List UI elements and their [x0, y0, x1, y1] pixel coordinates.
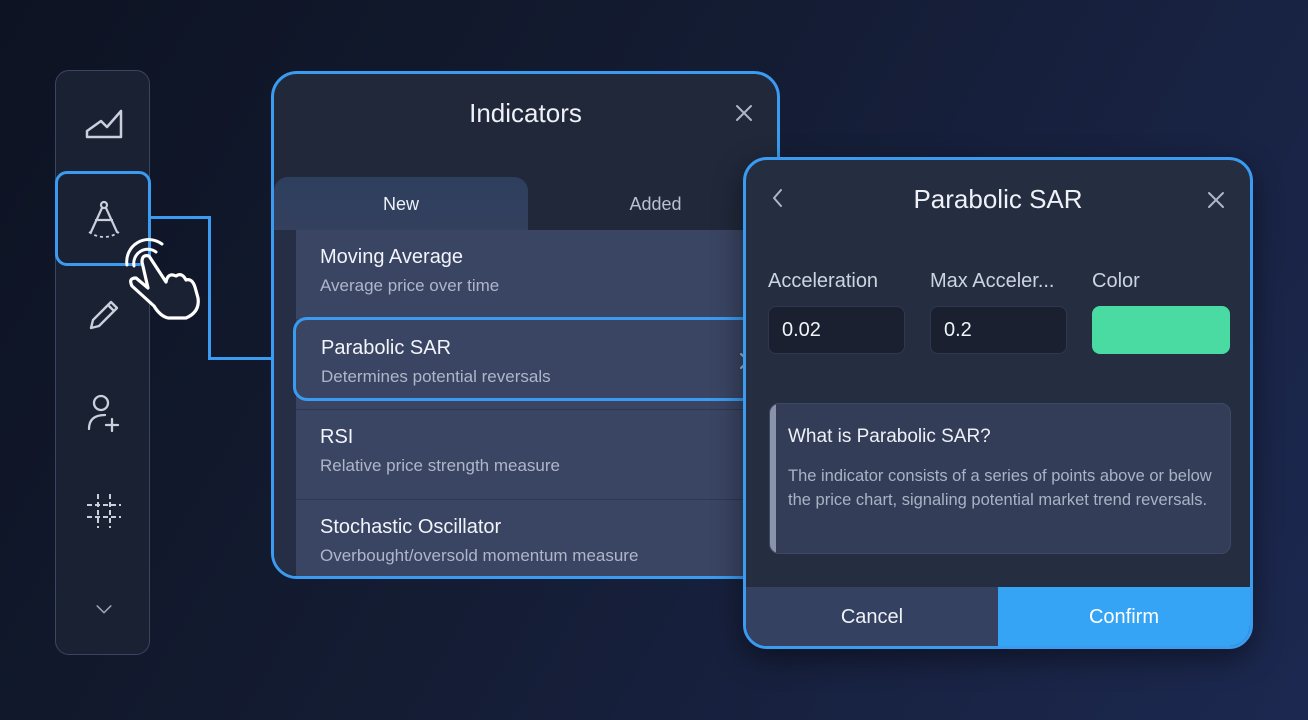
- list-item-subtitle: Average price over time: [320, 276, 500, 295]
- sidebar-item-crosshair[interactable]: [56, 463, 151, 558]
- hand-pointer-icon: [125, 238, 200, 320]
- tab-new[interactable]: New: [274, 177, 528, 230]
- color-swatch[interactable]: [1092, 306, 1230, 354]
- parabolic-sar-dialog: Parabolic SAR Acceleration Max Acceler..…: [743, 157, 1253, 649]
- info-box: What is Parabolic SAR? The indicator con…: [769, 403, 1231, 554]
- add-user-icon: [87, 394, 119, 432]
- indicator-item-moving-average[interactable]: Moving Average Average price over time: [296, 230, 777, 320]
- info-accent-bar: [770, 404, 776, 553]
- confirm-button[interactable]: Confirm: [998, 587, 1250, 646]
- indicator-list: Moving Average Average price over time R…: [274, 230, 777, 576]
- max-acceleration-label: Max Acceler...: [930, 270, 1055, 292]
- acceleration-input[interactable]: 0.02: [768, 306, 905, 354]
- list-item-subtitle: Determines potential reversals: [321, 367, 551, 386]
- indicator-item-parabolic-sar[interactable]: Parabolic SAR Determines potential rever…: [293, 317, 773, 401]
- connector-line: [150, 216, 210, 219]
- sidebar-item-chart[interactable]: [56, 76, 151, 171]
- indicator-tabs: New Added: [274, 177, 777, 230]
- list-item-subtitle: Overbought/oversold momentum measure: [320, 546, 639, 565]
- list-item-title: Moving Average: [320, 246, 464, 268]
- list-item-title: Stochastic Oscillator: [320, 516, 502, 538]
- close-icon[interactable]: [1206, 190, 1226, 210]
- list-item-subtitle: Relative price strength measure: [320, 456, 561, 475]
- info-text: The indicator consists of a series of po…: [788, 467, 1212, 509]
- indicators-title: Indicators: [469, 98, 582, 128]
- indicator-item-stochastic-oscillator[interactable]: Stochastic Oscillator Overbought/oversol…: [296, 500, 777, 576]
- chevron-down-icon: [95, 604, 112, 613]
- cancel-button[interactable]: Cancel: [746, 587, 998, 646]
- dialog-title: Parabolic SAR: [913, 184, 1083, 214]
- info-title: What is Parabolic SAR?: [788, 426, 991, 447]
- close-icon[interactable]: [733, 102, 755, 124]
- crosshair-icon: [86, 493, 121, 528]
- indicator-item-rsi[interactable]: RSI Relative price strength measure: [296, 410, 777, 500]
- connector-line: [208, 357, 272, 360]
- sidebar-expand-button[interactable]: [56, 561, 151, 656]
- indicators-panel: Indicators New Added Moving Average Aver…: [271, 71, 780, 579]
- list-gutter: [274, 230, 296, 576]
- acceleration-label: Acceleration: [768, 270, 879, 292]
- color-label: Color: [1092, 270, 1140, 292]
- area-chart-icon: [85, 109, 122, 138]
- sidebar-item-add-user[interactable]: [56, 365, 151, 460]
- max-acceleration-input[interactable]: 0.2: [930, 306, 1067, 354]
- list-item-title: Parabolic SAR: [321, 337, 452, 359]
- connector-line: [208, 216, 211, 360]
- tool-sidebar: [55, 70, 151, 656]
- list-item-title: RSI: [320, 426, 354, 448]
